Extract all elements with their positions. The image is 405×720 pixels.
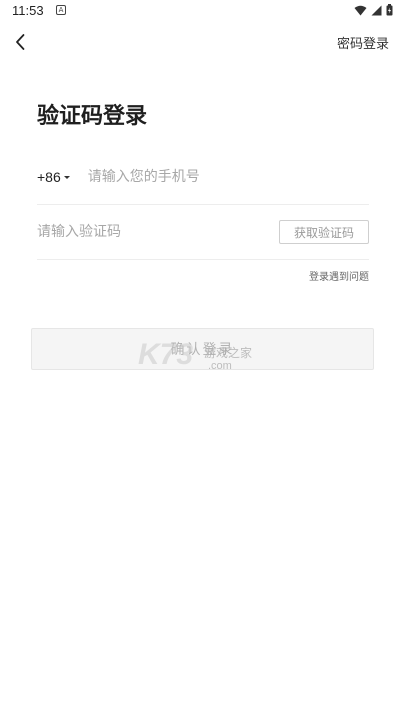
wifi-icon [354,5,367,15]
notification-icon: A [56,5,66,15]
verification-code-input[interactable] [37,217,279,247]
page-title: 验证码登录 [37,104,148,129]
status-time: 11:53 [12,3,44,18]
status-icons [354,4,393,16]
signal-icon [371,5,382,15]
back-button[interactable] [8,28,32,56]
status-bar: 11:53 A [0,0,405,24]
code-row: 获取验证码 [37,205,369,260]
battery-icon [386,4,393,16]
confirm-login-button[interactable]: 确认登录 [31,328,374,370]
login-trouble-link[interactable]: 登录遇到问题 [309,268,369,283]
get-code-button[interactable]: 获取验证码 [279,220,369,244]
login-screen: 11:53 A 密码登录 验证码登录 +86 请输入您的手机号 请输入验证码 获… [0,0,405,720]
chevron-left-icon [16,34,25,50]
country-code-selector[interactable]: +86 [37,169,70,185]
country-code-label: +86 [37,169,61,185]
phone-input[interactable] [87,162,369,192]
password-login-link[interactable]: 密码登录 [337,33,389,52]
dropdown-caret-icon [63,176,70,179]
phone-row: +86 [37,150,369,205]
